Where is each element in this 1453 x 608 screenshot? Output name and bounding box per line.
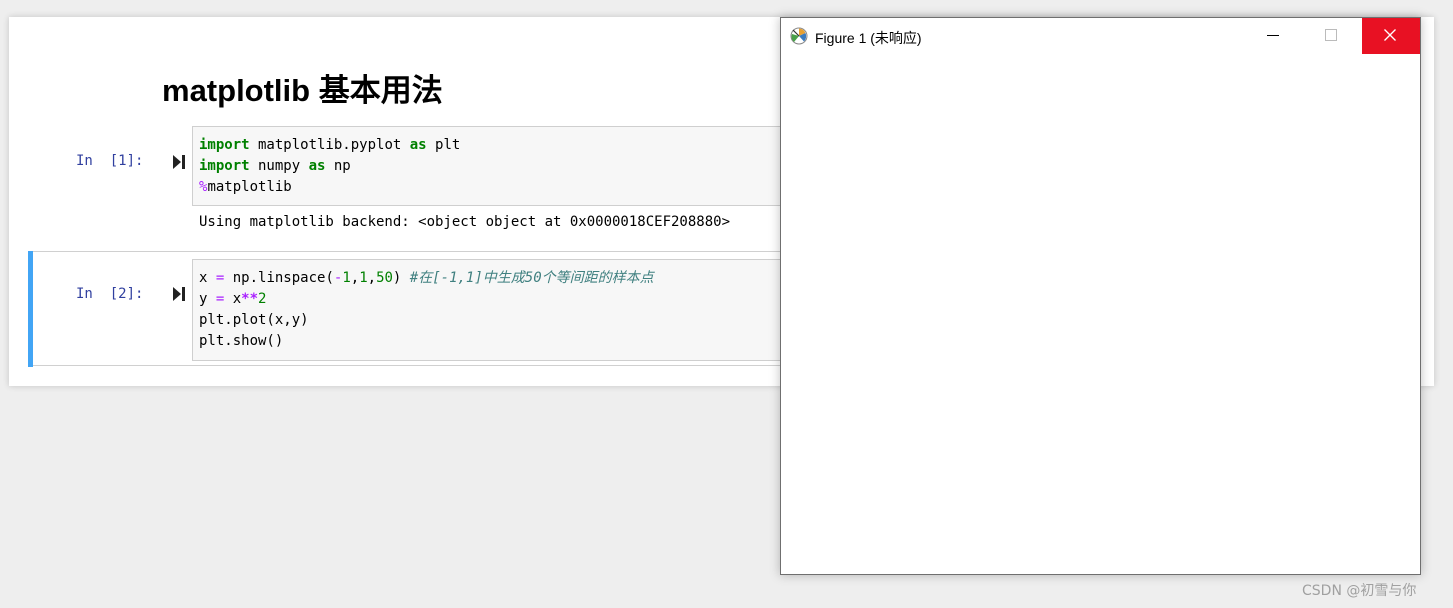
run-cell-icon[interactable]: [173, 286, 185, 301]
maximize-icon: [1325, 29, 1337, 41]
input-prompt: In [2]:: [76, 286, 144, 302]
selected-cell-indicator: [28, 251, 33, 367]
input-prompt: In [1]:: [76, 153, 144, 169]
cell-output: Using matplotlib backend: <object object…: [199, 214, 731, 230]
minimize-icon: [1267, 35, 1279, 36]
matplotlib-app-icon: [790, 27, 808, 45]
watermark: CSDN @初雪与你: [1302, 583, 1417, 599]
window-title: Figure 1 (未响应): [815, 30, 922, 46]
window-titlebar[interactable]: Figure 1 (未响应): [781, 18, 1420, 54]
run-cell-icon[interactable]: [173, 154, 185, 169]
figure-canvas[interactable]: [781, 54, 1420, 574]
close-button[interactable]: [1362, 18, 1420, 54]
close-icon: [1384, 29, 1396, 41]
maximize-button[interactable]: [1303, 18, 1361, 54]
figure-window[interactable]: Figure 1 (未响应): [780, 17, 1421, 575]
minimize-button[interactable]: [1245, 18, 1303, 54]
notebook-title: matplotlib 基本用法: [162, 73, 443, 108]
